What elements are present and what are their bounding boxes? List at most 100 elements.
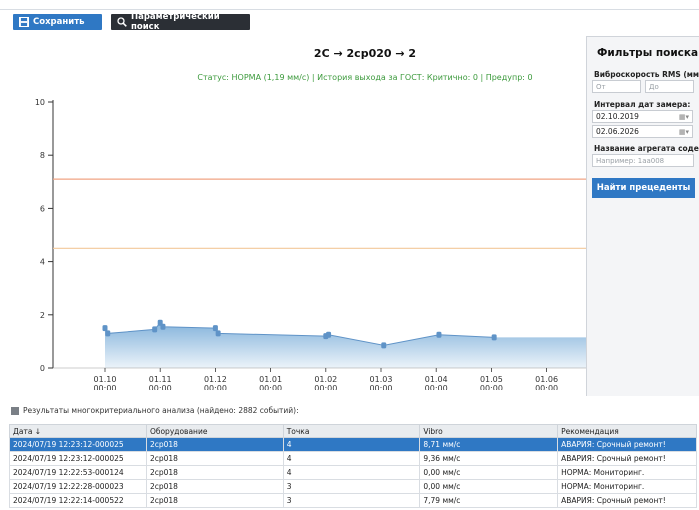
- table-row[interactable]: 2024/07/19 12:23:12-000025 2cp018 4 9,36 мм…: [9, 451, 697, 466]
- cell-vibro: 7,79 мм/с: [419, 493, 559, 508]
- cell-date: 2024/07/19 12:22:53-000124: [9, 465, 147, 480]
- cell-vibro: 0,00 мм/с: [419, 479, 559, 494]
- cell-point: 3: [282, 493, 421, 508]
- column-header-date[interactable]: Дата ↓: [9, 424, 147, 438]
- cell-date: 2024/07/19 12:23:12-000025: [9, 451, 147, 466]
- cell-equipment: 2cp018: [145, 479, 284, 494]
- cell-vibro: 9,36 мм/с: [419, 451, 559, 466]
- x-tick-label-time: 00:00: [314, 384, 337, 390]
- rms-to-input[interactable]: До: [645, 80, 694, 93]
- x-tick-label-date: 01.01: [259, 375, 282, 384]
- x-tick-label-date: 01.03: [370, 375, 393, 384]
- data-point[interactable]: [491, 334, 497, 341]
- cell-vibro: 0,00 мм/с: [419, 465, 559, 480]
- unit-name-input[interactable]: Например: 1аа008: [592, 154, 694, 167]
- date-to-field[interactable]: 02.06.2026 ▦▾: [592, 125, 693, 138]
- y-tick-label: 6: [40, 204, 45, 213]
- y-tick-label: 4: [40, 258, 45, 267]
- cell-recommendation: НОРМА: Мониторинг.: [557, 479, 697, 494]
- search-icon: [117, 17, 127, 27]
- cell-recommendation: АВАРИЯ: Срочный ремонт!: [557, 493, 697, 508]
- data-point[interactable]: [212, 325, 218, 332]
- results-caption-text: Результаты многокритериального анализа (…: [23, 406, 299, 415]
- x-tick-label-time: 00:00: [204, 384, 227, 390]
- cell-equipment: 2cp018: [145, 465, 284, 480]
- column-header-recommendation[interactable]: Рекомендация: [557, 424, 697, 438]
- rms-label: Виброскорость RMS (мм/с):: [594, 70, 699, 79]
- column-header-vibro[interactable]: Vibro: [419, 424, 559, 438]
- x-tick-label-date: 01.05: [480, 375, 503, 384]
- vibration-chart[interactable]: 024681001.1000:0001.1100:0001.1200:0001.…: [0, 90, 586, 390]
- parametric-search-button[interactable]: Параметрический поиск: [111, 12, 250, 32]
- results-table: Дата ↓ Оборудование Точка Vibro Рекоменд…: [9, 424, 697, 508]
- chart-title: 2C → 2cp020 → 2: [313, 47, 417, 60]
- rms-from-input[interactable]: От: [592, 80, 641, 93]
- x-tick-label-time: 00:00: [369, 384, 392, 390]
- x-tick-label-time: 00:00: [480, 384, 503, 390]
- x-tick-label-date: 01.11: [149, 375, 172, 384]
- cell-recommendation: АВАРИЯ: Срочный ремонт!: [557, 451, 697, 466]
- y-tick-label: 10: [35, 98, 45, 107]
- x-tick-label-time: 00:00: [149, 384, 172, 390]
- x-tick-label-date: 01.06: [535, 375, 558, 384]
- table-icon: [11, 406, 19, 415]
- cell-equipment: 2cp018: [145, 437, 284, 452]
- y-tick-label: 2: [40, 311, 45, 320]
- x-tick-label-time: 00:00: [535, 384, 558, 390]
- cell-equipment: 2cp018: [145, 493, 284, 508]
- x-tick-label-time: 00:00: [259, 384, 282, 390]
- table-row[interactable]: 2024/07/19 12:22:14-000522 2cp018 3 7,79 мм…: [9, 493, 697, 508]
- top-divider: [0, 9, 699, 10]
- cell-date: 2024/07/19 12:22:14-000522: [9, 493, 147, 508]
- calendar-icon[interactable]: ▦▾: [679, 128, 689, 136]
- calendar-icon[interactable]: ▦▾: [679, 113, 689, 121]
- date-from-field[interactable]: 02.10.2019 ▦▾: [592, 110, 693, 123]
- vibration-area: [105, 322, 586, 368]
- save-button[interactable]: Сохранить: [13, 14, 102, 30]
- data-point[interactable]: [152, 326, 158, 333]
- filter-title: Фильтры поиска: [597, 47, 699, 59]
- x-tick-label-date: 01.04: [425, 375, 448, 384]
- x-tick-label-time: 00:00: [425, 384, 448, 390]
- cell-point: 4: [282, 451, 421, 466]
- cell-recommendation: НОРМА: Мониторинг.: [557, 465, 697, 480]
- results-caption: Результаты многокритериального анализа (…: [11, 406, 299, 415]
- date-from-value: 02.10.2019: [596, 112, 639, 121]
- column-header-equipment[interactable]: Оборудование: [145, 424, 284, 438]
- data-point[interactable]: [215, 330, 221, 337]
- cell-point: 4: [282, 437, 421, 452]
- cell-point: 4: [282, 465, 421, 480]
- x-tick-label-date: 01.12: [204, 375, 227, 384]
- save-button-label: Сохранить: [33, 17, 85, 27]
- date-interval-label: Интервал дат замера:: [594, 100, 691, 109]
- cell-point: 3: [282, 479, 421, 494]
- table-row[interactable]: 2024/07/19 12:23:12-000025 2cp018 4 8,71 мм…: [9, 437, 697, 452]
- y-tick-label: 0: [40, 364, 45, 373]
- x-tick-label-date: 01.10: [94, 375, 117, 384]
- y-tick-label: 8: [40, 151, 45, 160]
- cell-equipment: 2cp018: [145, 451, 284, 466]
- data-point[interactable]: [326, 331, 332, 338]
- table-row[interactable]: 2024/07/19 12:22:28-000023 2cp018 3 0,00 мм…: [9, 479, 697, 494]
- table-row[interactable]: 2024/07/19 12:22:53-000124 2cp018 4 0,00 мм…: [9, 465, 697, 480]
- chart-status: Статус: НОРМА (1,19 мм/с) | История выхо…: [197, 73, 533, 82]
- table-header-row: Дата ↓ Оборудование Точка Vibro Рекоменд…: [9, 424, 697, 438]
- data-point[interactable]: [436, 331, 442, 338]
- parametric-search-label: Параметрический поиск: [131, 12, 220, 32]
- data-point[interactable]: [102, 325, 108, 332]
- x-tick-label-date: 01.02: [314, 375, 337, 384]
- find-precedents-button[interactable]: Найти прецеденты: [592, 178, 695, 198]
- save-icon: [19, 17, 29, 27]
- x-tick-label-time: 00:00: [93, 384, 116, 390]
- cell-date: 2024/07/19 12:23:12-000025: [9, 437, 147, 452]
- data-point[interactable]: [105, 330, 111, 337]
- cell-vibro: 8,71 мм/с: [419, 437, 559, 452]
- column-header-point[interactable]: Точка: [282, 424, 421, 438]
- cell-date: 2024/07/19 12:22:28-000023: [9, 479, 147, 494]
- cell-recommendation: АВАРИЯ: Срочный ремонт!: [557, 437, 697, 452]
- data-point[interactable]: [160, 323, 166, 330]
- data-point[interactable]: [381, 342, 387, 349]
- date-to-value: 02.06.2026: [596, 127, 639, 136]
- unit-name-label: Название агрегата содержит:: [594, 144, 699, 153]
- filter-panel: Фильтры поиска Виброскорость RMS (мм/с):…: [586, 36, 699, 396]
